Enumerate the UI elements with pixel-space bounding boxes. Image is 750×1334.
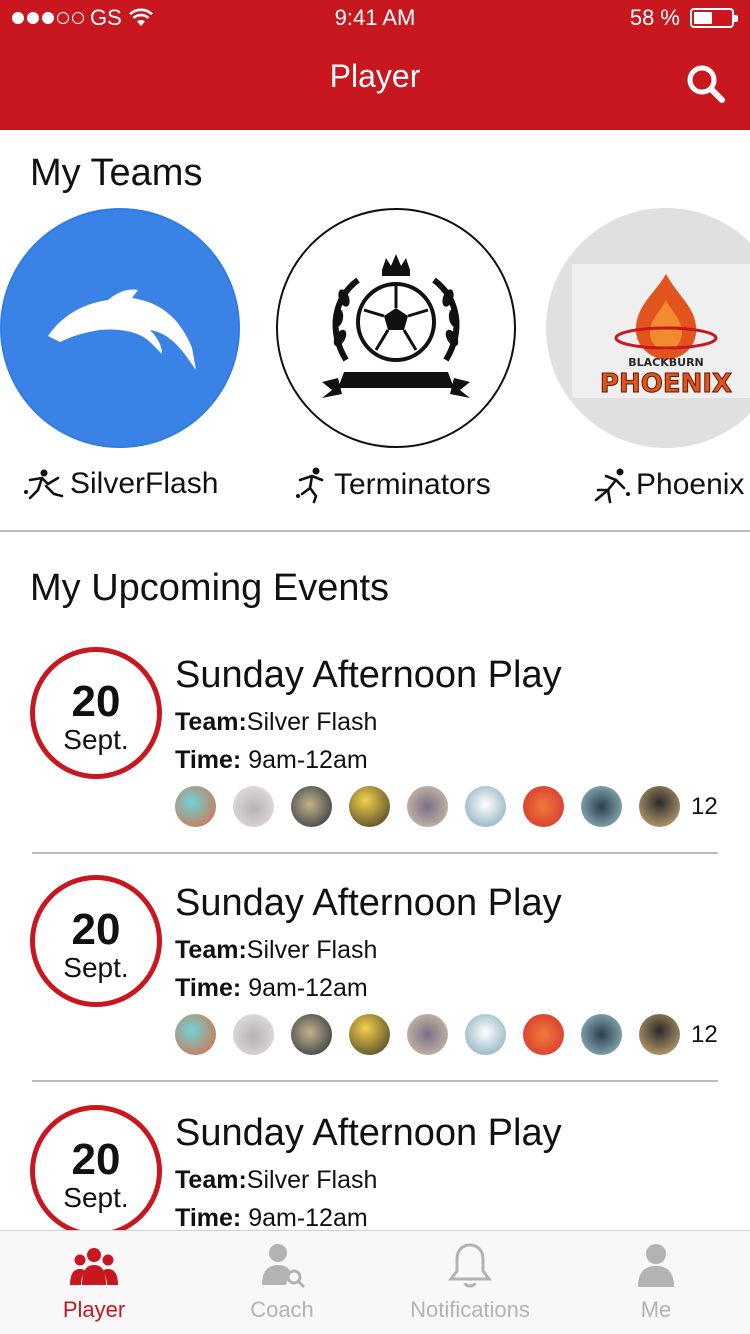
upcoming-events-heading: My Upcoming Events — [30, 567, 390, 609]
event-team: Team:Silver Flash — [175, 708, 378, 736]
team-card-terminators[interactable]: Terminators — [276, 208, 516, 504]
avatar[interactable] — [407, 786, 448, 827]
avatar[interactable] — [523, 1014, 564, 1055]
team-name-terminators[interactable]: Terminators — [292, 466, 491, 504]
teams-carousel[interactable]: SilverFlash Terminators BLACKBURN PHOENI… — [0, 208, 750, 508]
avatar[interactable] — [523, 786, 564, 827]
phoenix-flame-icon: BLACKBURN PHOENIX — [572, 264, 750, 400]
team-logo-silverflash[interactable] — [0, 208, 240, 448]
event-title: Sunday Afternoon Play — [175, 1112, 562, 1154]
svg-text:PHOENIX: PHOENIX — [600, 369, 732, 399]
avatar[interactable] — [175, 1014, 216, 1055]
avatar[interactable] — [349, 1014, 390, 1055]
event-title: Sunday Afternoon Play — [175, 654, 562, 696]
avatar[interactable] — [465, 1014, 506, 1055]
team-logo-terminators[interactable] — [276, 208, 516, 448]
avatar[interactable] — [639, 1014, 680, 1055]
event-time: Time: 9am-12am — [175, 974, 368, 1002]
event-title: Sunday Afternoon Play — [175, 882, 562, 924]
event-day: 20 — [71, 677, 121, 726]
avatar[interactable] — [639, 786, 680, 827]
attendee-count: 12 — [691, 1020, 718, 1048]
attendee-avatars[interactable]: 12 — [175, 786, 718, 827]
battery-status: 58 % — [629, 5, 738, 31]
status-bar: GS 9:41 AM 58 % — [0, 0, 750, 36]
avatar[interactable] — [291, 786, 332, 827]
avatar[interactable] — [581, 1014, 622, 1055]
player-kick-icon — [296, 467, 324, 504]
event-day: 20 — [71, 905, 121, 954]
avatar[interactable] — [291, 1014, 332, 1055]
event-day: 20 — [71, 1135, 121, 1184]
coach-icon — [262, 1244, 306, 1289]
bell-icon — [448, 1243, 492, 1288]
avatar[interactable] — [581, 786, 622, 827]
my-teams-heading: My Teams — [30, 152, 203, 194]
dolphin-icon — [2, 210, 238, 446]
event-team: Team:Silver Flash — [175, 1166, 378, 1194]
team-name-phoenix[interactable]: Phoenix — [588, 466, 744, 504]
team-name-silverflash[interactable]: SilverFlash — [22, 466, 218, 502]
avatar[interactable] — [407, 1014, 448, 1055]
avatar[interactable] — [465, 786, 506, 827]
player-kick-icon — [594, 468, 630, 504]
group-icon — [70, 1248, 118, 1285]
event-time: Time: 9am-12am — [175, 746, 368, 774]
event-divider — [32, 852, 718, 854]
event-date-badge: 20 Sept. — [30, 1105, 162, 1230]
person-icon — [638, 1244, 674, 1287]
team-card-silverflash[interactable]: SilverFlash — [0, 208, 240, 500]
event-date-badge: 20 Sept. — [30, 875, 162, 1007]
event-month: Sept. — [63, 1182, 129, 1213]
section-divider — [0, 530, 750, 532]
avatar[interactable] — [233, 786, 274, 827]
event-team: Team:Silver Flash — [175, 936, 378, 964]
player-kick-icon — [24, 469, 64, 500]
avatar[interactable] — [233, 1014, 274, 1055]
event-month: Sept. — [63, 724, 129, 755]
event-item[interactable]: 20 Sept. Sunday Afternoon Play Team:Silv… — [0, 868, 750, 1096]
avatar[interactable] — [349, 786, 390, 827]
event-time: Time: 9am-12am — [175, 1204, 368, 1230]
attendee-avatars[interactable]: 12 — [175, 1014, 718, 1055]
event-item[interactable]: 20 Sept. Sunday Afternoon Play Team:Silv… — [0, 640, 750, 868]
attendee-count: 12 — [691, 792, 718, 820]
battery-icon — [690, 8, 738, 28]
page-title: Player — [329, 58, 421, 94]
battery-percent: 58 % — [629, 5, 680, 30]
soccer-crest-icon — [322, 254, 470, 398]
team-logo-phoenix[interactable]: BLACKBURN PHOENIX — [546, 208, 750, 448]
bottom-tab-bar: Player Coach Notifications Me — [0, 1230, 750, 1334]
event-divider — [32, 1080, 718, 1082]
tab-notifications[interactable]: Notifications — [376, 1231, 564, 1334]
svg-text:BLACKBURN: BLACKBURN — [628, 356, 704, 369]
tab-me[interactable]: Me — [562, 1231, 750, 1334]
search-icon[interactable] — [684, 62, 728, 106]
app-header: GS 9:41 AM 58 % Player — [0, 0, 750, 130]
event-date-badge: 20 Sept. — [30, 647, 162, 779]
event-item[interactable]: 20 Sept. Sunday Afternoon Play Team:Silv… — [0, 1098, 750, 1230]
tab-player[interactable]: Player — [0, 1231, 188, 1334]
tab-coach[interactable]: Coach — [188, 1231, 376, 1334]
events-list[interactable]: 20 Sept. Sunday Afternoon Play Team:Silv… — [0, 640, 750, 1230]
avatar[interactable] — [175, 786, 216, 827]
team-card-phoenix[interactable]: BLACKBURN PHOENIX Phoenix — [546, 208, 750, 504]
event-month: Sept. — [63, 952, 129, 983]
